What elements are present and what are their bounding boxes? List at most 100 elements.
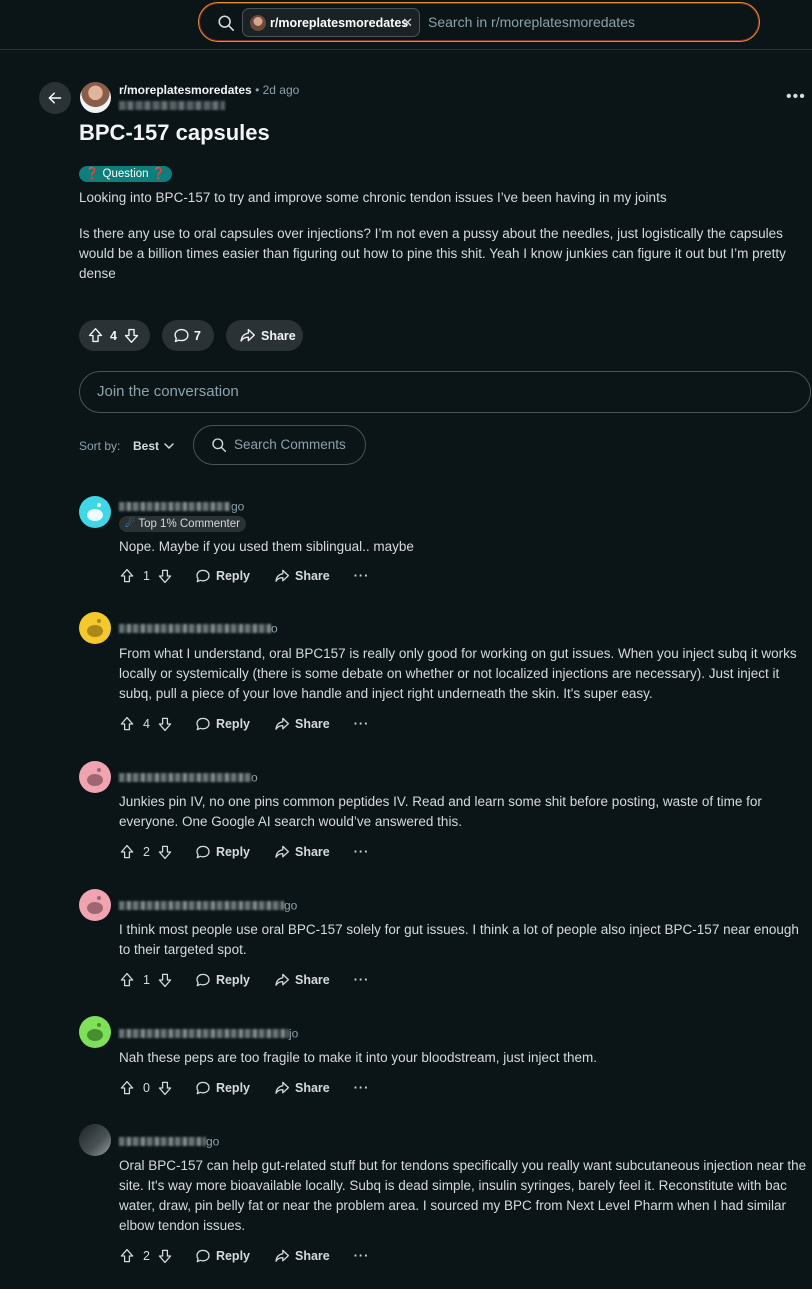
sort-label: Sort by: — [79, 439, 121, 453]
share-button[interactable]: Share — [274, 568, 330, 584]
comment-actions: 1 Reply Share ··· — [119, 566, 369, 586]
search-icon — [218, 15, 235, 32]
downvote-icon[interactable] — [157, 568, 173, 584]
comment-more-options-button[interactable]: ··· — [354, 1249, 370, 1263]
subreddit-search-bar[interactable]: r/moreplatesmoredates ✕ Search in r/more… — [198, 2, 760, 42]
avatar[interactable] — [79, 612, 111, 644]
subreddit-filter-chip: r/moreplatesmoredates ✕ — [242, 8, 420, 37]
reply-button[interactable]: Reply — [195, 716, 250, 732]
back-button[interactable] — [39, 82, 71, 114]
comment-vote-count: 4 — [143, 717, 150, 731]
avatar[interactable] — [79, 761, 111, 793]
share-label: Share — [295, 569, 330, 583]
snoo-avatar-icon — [87, 768, 103, 786]
comment-count: 7 — [194, 328, 201, 343]
reply-button[interactable]: Reply — [195, 844, 250, 860]
reply-label: Reply — [215, 845, 250, 859]
comment: go Oral BPC-157 can help gut-related stu… — [79, 1124, 812, 1274]
search-comments-input[interactable]: Search Comments — [193, 425, 366, 465]
share-label: Share — [295, 1249, 330, 1263]
post-flair[interactable]: ❓ Question ❓ — [79, 166, 173, 182]
chevron-down-icon[interactable] — [163, 440, 175, 452]
share-button[interactable]: Share — [274, 844, 330, 860]
upvote-icon[interactable] — [87, 327, 104, 344]
reply-button[interactable]: Reply — [195, 972, 250, 988]
share-label: Share — [295, 845, 330, 859]
comment: o From what I understand, oral BPC157 is… — [79, 612, 812, 732]
comment-author-meta: go — [119, 497, 244, 513]
upvote-icon[interactable] — [119, 716, 135, 732]
downvote-icon[interactable] — [123, 327, 140, 344]
upvote-icon[interactable] — [119, 1248, 135, 1264]
comment-more-options-button[interactable]: ··· — [354, 973, 370, 987]
comment-bubble-icon — [196, 1081, 210, 1095]
comment-author-meta: jo — [119, 1024, 298, 1040]
question-mark-icon: ❓ — [85, 168, 100, 180]
redacted-username — [119, 501, 231, 511]
comment-more-options-button[interactable]: ··· — [354, 845, 370, 859]
downvote-icon[interactable] — [157, 1248, 173, 1264]
reply-label: Reply — [215, 1249, 250, 1263]
comment-vote-count: 2 — [143, 845, 150, 859]
reply-label: Reply — [215, 1081, 250, 1095]
post-more-options-button[interactable]: ••• — [786, 88, 806, 106]
comment-text: Nah these peps are too fragile to make i… — [119, 1050, 597, 1065]
top-commenter-badge: ☄ Top 1% Commenter — [119, 516, 246, 532]
reply-button[interactable]: Reply — [195, 568, 250, 584]
comments-button[interactable]: 7 — [162, 320, 214, 351]
comet-icon: ☄ — [125, 518, 136, 530]
share-icon — [275, 717, 290, 730]
comment-actions: 2 Reply Share ··· — [119, 842, 369, 862]
share-button[interactable]: Share — [274, 972, 330, 988]
upvote-icon[interactable] — [119, 844, 135, 860]
subreddit-link[interactable]: r/moreplatesmoredates — [119, 83, 252, 97]
comment-bubble-icon — [196, 845, 210, 859]
share-label: Share — [295, 1081, 330, 1095]
share-icon — [275, 1249, 290, 1262]
search-input[interactable]: Search in r/moreplatesmoredates — [428, 14, 635, 30]
comment-more-options-button[interactable]: ··· — [354, 1081, 370, 1095]
share-button[interactable]: Share — [274, 716, 330, 732]
redacted-author-name — [119, 101, 225, 110]
snoo-avatar-icon — [87, 896, 103, 914]
comment-vote-control: 0 — [119, 1080, 173, 1096]
avatar[interactable] — [79, 1016, 111, 1048]
comment-time: go — [206, 1134, 220, 1149]
search-comments-placeholder: Search Comments — [234, 437, 346, 452]
avatar[interactable] — [79, 889, 111, 921]
sort-dropdown[interactable]: Best — [133, 439, 159, 453]
share-label: Share — [295, 973, 330, 987]
subreddit-avatar[interactable] — [80, 82, 111, 113]
comment-text: Oral BPC-157 can help gut-related stuff … — [119, 1158, 807, 1233]
share-button[interactable]: Share — [274, 1248, 330, 1264]
post-meta: r/moreplatesmoredates • 2d ago — [119, 83, 299, 97]
reply-button[interactable]: Reply — [195, 1080, 250, 1096]
join-conversation-input[interactable]: Join the conversation — [79, 371, 811, 413]
comment-more-options-button[interactable]: ··· — [354, 569, 370, 583]
comment-vote-control: 4 — [119, 716, 173, 732]
share-icon — [275, 569, 290, 582]
upvote-icon[interactable] — [119, 1080, 135, 1096]
downvote-icon[interactable] — [157, 972, 173, 988]
comment-vote-control: 1 — [119, 568, 173, 584]
downvote-icon[interactable] — [157, 716, 173, 732]
redacted-username — [119, 900, 284, 910]
comment: go I think most people use oral BPC-157 … — [79, 889, 812, 989]
share-label: Share — [261, 328, 296, 343]
avatar[interactable] — [79, 1124, 111, 1156]
badge-label: Top 1% Commenter — [138, 518, 240, 530]
reply-label: Reply — [215, 569, 250, 583]
reply-button[interactable]: Reply — [195, 1248, 250, 1264]
close-icon[interactable]: ✕ — [402, 15, 413, 31]
downvote-icon[interactable] — [157, 1080, 173, 1096]
share-button[interactable]: Share — [226, 320, 303, 351]
avatar[interactable] — [79, 496, 111, 528]
upvote-icon[interactable] — [119, 568, 135, 584]
comment-more-options-button[interactable]: ··· — [354, 717, 370, 731]
comment-actions: 2 Reply Share ··· — [119, 1246, 369, 1266]
upvote-icon[interactable] — [119, 972, 135, 988]
downvote-icon[interactable] — [157, 844, 173, 860]
share-button[interactable]: Share — [274, 1080, 330, 1096]
comment: jo Nah these peps are too fragile to mak… — [79, 1016, 812, 1106]
snoo-avatar-icon — [87, 1023, 103, 1041]
